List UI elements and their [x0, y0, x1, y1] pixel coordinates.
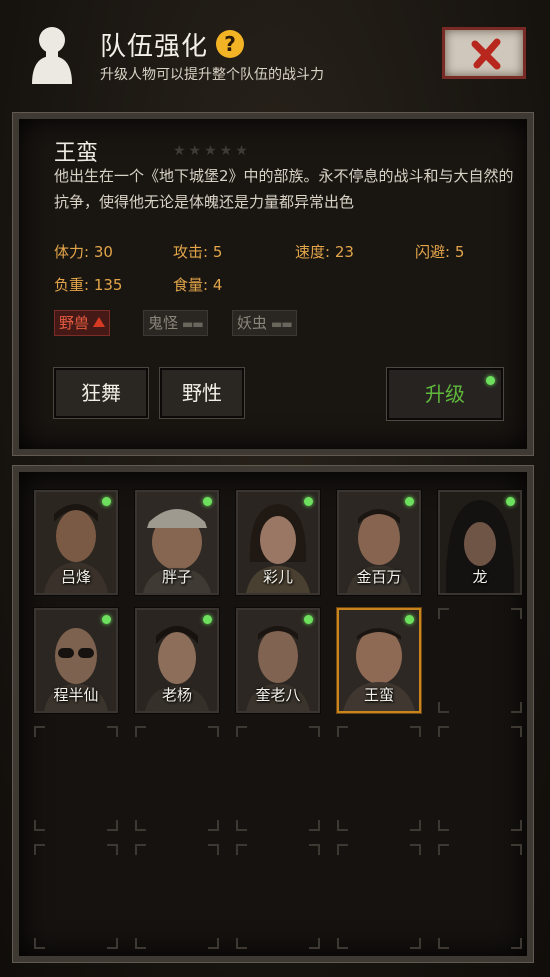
stat-dodge: 闪避: 5	[415, 243, 465, 261]
roster-card[interactable]: 彩儿	[235, 489, 321, 596]
stat-attack: 攻击: 5	[173, 243, 223, 261]
upgrade-available-indicator	[203, 497, 212, 506]
roster-card[interactable]: 程半仙	[33, 607, 119, 714]
upgrade-available-indicator	[304, 615, 313, 624]
empty-slot	[135, 844, 219, 949]
trait-label: 野兽	[59, 314, 90, 332]
person-silhouette-icon	[32, 27, 72, 84]
character-description: 他出生在一个《地下城堡2》中的部族。永不停息的战斗和与大自然的抗争，使得他无论是…	[54, 167, 514, 211]
roster-name: 龙	[472, 568, 488, 586]
roster-card[interactable]: 老杨	[134, 607, 220, 714]
roster-panel: 吕烽 胖子 彩儿 金百万 龙 程半仙 老杨 奎老八 王蛮	[12, 465, 534, 963]
skill-button-wildness[interactable]: 野性	[159, 367, 245, 419]
upgrade-available-indicator	[102, 497, 111, 506]
roster-name: 金百万	[356, 568, 402, 586]
upgrade-available-indicator	[304, 497, 313, 506]
roster-name: 吕烽	[60, 568, 91, 586]
roster-name: 彩儿	[262, 568, 293, 586]
empty-slot	[438, 726, 522, 831]
empty-slot	[337, 726, 421, 831]
roster-name: 奎老八	[255, 686, 301, 704]
dash-icon: ▬▬	[271, 317, 293, 331]
empty-slot	[236, 726, 320, 831]
close-button[interactable]	[442, 27, 526, 79]
roster-card[interactable]: 胖子	[134, 489, 220, 596]
stat-speed: 速度: 23	[295, 243, 354, 261]
page-title: 队伍强化	[100, 32, 209, 62]
stat-load: 负重: 135	[54, 276, 123, 294]
roster-card-selected[interactable]: 王蛮	[336, 607, 422, 714]
skill-button-frenzy-dance[interactable]: 狂舞	[53, 367, 149, 419]
close-x-icon	[471, 38, 501, 70]
upgrade-label: 升级	[425, 382, 465, 406]
roster-name: 王蛮	[363, 686, 394, 704]
upgrade-available-indicator	[102, 615, 111, 624]
stat-hp: 体力: 30	[54, 243, 113, 261]
roster-name: 程半仙	[53, 686, 99, 704]
roster-card[interactable]: 吕烽	[33, 489, 119, 596]
roster-card[interactable]: 龙	[437, 489, 523, 596]
empty-slot	[34, 844, 118, 949]
arrow-up-icon	[93, 317, 106, 327]
stat-food: 食量: 4	[173, 276, 223, 294]
upgrade-available-indicator	[203, 615, 212, 624]
dash-icon: ▬▬	[182, 317, 204, 331]
trait-label: 妖虫	[237, 314, 268, 332]
roster-name: 胖子	[161, 568, 192, 586]
character-info-panel: 王蛮 ★★★★★ 他出生在一个《地下城堡2》中的部族。永不停息的战斗和与大自然的…	[12, 112, 534, 456]
upgrade-button[interactable]: 升级	[386, 367, 504, 421]
page-subtitle: 升级人物可以提升整个队伍的战斗力	[100, 67, 324, 83]
roster-card[interactable]: 奎老八	[235, 607, 321, 714]
trait-tag-beast: 野兽	[54, 310, 111, 336]
roster-card[interactable]: 金百万	[336, 489, 422, 596]
team-upgrade-screen: 队伍强化 ? 升级人物可以提升整个队伍的战斗力 王蛮 ★★★★★ 他出生在一个《…	[0, 0, 550, 977]
trait-label: 鬼怪	[148, 314, 179, 332]
trait-tag-insect: 妖虫 ▬▬	[232, 310, 297, 336]
upgrade-available-indicator	[405, 615, 414, 624]
upgrade-available-indicator	[486, 376, 495, 385]
upgrade-available-indicator	[405, 497, 414, 506]
empty-slot	[337, 844, 421, 949]
empty-slot	[438, 844, 522, 949]
header: 队伍强化 ? 升级人物可以提升整个队伍的战斗力	[0, 0, 550, 100]
star-rating: ★★★★★	[173, 143, 251, 159]
empty-slot	[34, 726, 118, 831]
help-icon[interactable]: ?	[216, 30, 244, 58]
empty-slot	[135, 726, 219, 831]
empty-slot	[236, 844, 320, 949]
upgrade-available-indicator	[506, 497, 515, 506]
trait-tag-ghost: 鬼怪 ▬▬	[143, 310, 208, 336]
roster-name: 老杨	[161, 686, 192, 704]
empty-slot	[438, 608, 522, 713]
